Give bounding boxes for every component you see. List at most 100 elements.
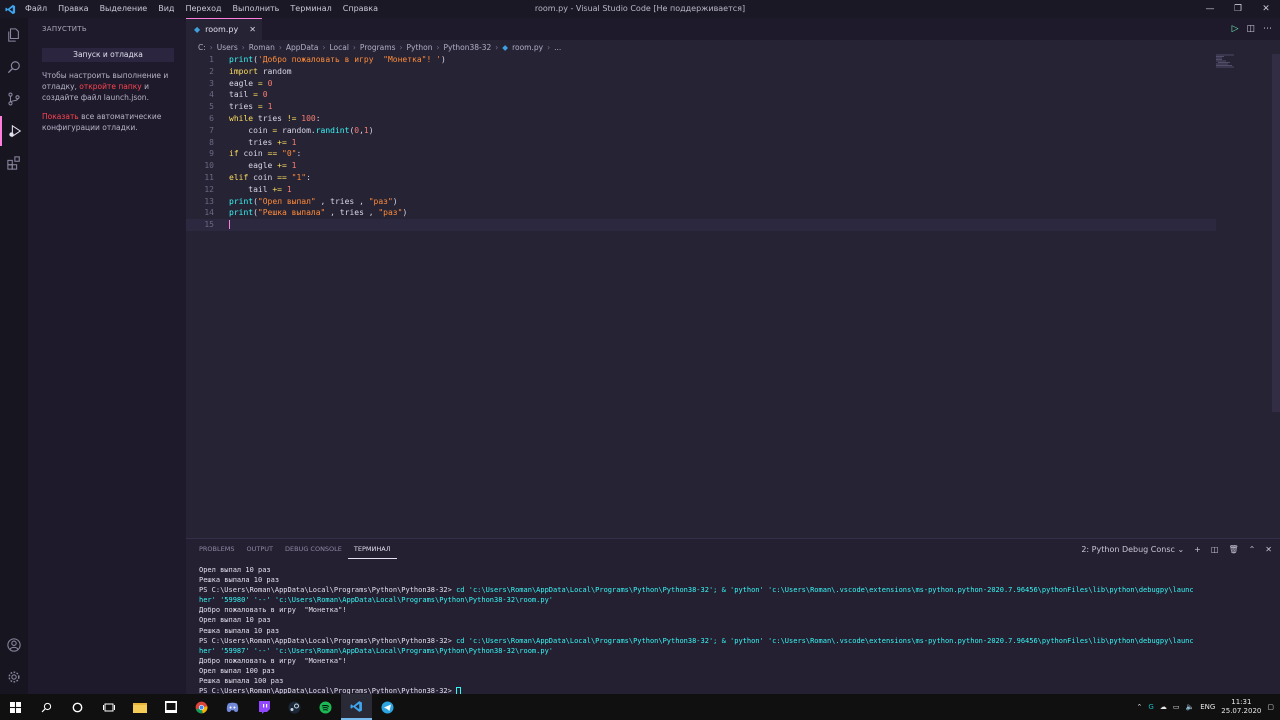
run-and-debug-button[interactable]: Запуск и отладка	[42, 48, 174, 62]
taskbar-steam[interactable]	[279, 694, 310, 720]
maximize-panel-icon[interactable]: ⌃	[1249, 545, 1256, 554]
terminal-line: Орел выпал 10 раз	[199, 566, 271, 574]
taskbar-explorer[interactable]	[124, 694, 155, 720]
discord-icon	[226, 702, 239, 712]
folder-icon	[132, 702, 147, 713]
terminal-command: cd 'c:\Users\Roman\AppData\Local\Program…	[451, 636, 1194, 645]
breadcrumb-item[interactable]: Users	[217, 43, 238, 52]
breadcrumb-item[interactable]: ...	[554, 43, 561, 52]
taskbar-discord[interactable]	[217, 694, 248, 720]
run-file-icon[interactable]: ▷	[1232, 24, 1239, 34]
taskbar-telegram[interactable]	[372, 694, 403, 720]
menu-help[interactable]: Справка	[338, 0, 384, 18]
code-text: elif coin == "1":	[229, 172, 311, 182]
notifications-icon[interactable]: ▢	[1267, 703, 1274, 711]
menu-view[interactable]: Вид	[153, 0, 180, 18]
breadcrumb-separator: ›	[352, 42, 356, 52]
terminal-line: Добро пожаловать в игру "Монетка"!	[199, 656, 347, 665]
source-control-icon	[8, 92, 20, 106]
breadcrumb-item[interactable]: C:	[198, 43, 206, 52]
task-view-button[interactable]	[93, 694, 124, 720]
tab-terminal[interactable]: ТЕРМИНАЛ	[347, 539, 397, 559]
terminal-output[interactable]: Орел выпал 10 раз Решка выпала 10 раз PS…	[199, 565, 1274, 696]
network-icon[interactable]: ▭	[1173, 703, 1180, 711]
language-indicator[interactable]: ENG	[1200, 703, 1215, 711]
terminal-line: Решка выпала 10 раз	[199, 576, 280, 585]
code-text: coin = random.randint(0,1)	[229, 125, 374, 135]
split-editor-icon[interactable]: ◫	[1246, 24, 1255, 34]
line-number: 9	[209, 149, 214, 159]
editor-tabs: ◆ room.py ✕ ▷ ◫ ⋯	[186, 18, 1280, 40]
clock[interactable]: 11:31 25.07.2020	[1221, 698, 1261, 716]
vscode-logo-icon	[0, 0, 20, 18]
system-tray: ⌃ G ☁ ▭ 🔈 ENG 11:31 25.07.2020 ▢	[1137, 694, 1274, 720]
manage-button[interactable]	[0, 662, 28, 692]
taskbar-twitch[interactable]	[248, 694, 279, 720]
code-editor[interactable]: 1 print('Добро пожаловать в игру "Монетка…	[186, 54, 1216, 231]
code-line: 4 tail = 0	[186, 89, 1216, 101]
search-icon	[41, 702, 52, 712]
open-folder-link[interactable]: откройте папку	[79, 82, 141, 91]
taskbar-spotify[interactable]	[310, 694, 341, 720]
terminal-select-value: 2: Python Debug Consc	[1081, 544, 1175, 554]
code-line: 8 tries += 1	[186, 137, 1216, 149]
accounts-button[interactable]	[0, 630, 28, 660]
breadcrumb-separator: ›	[399, 42, 403, 52]
start-button[interactable]	[0, 694, 31, 720]
tray-icon[interactable]: ☁	[1160, 703, 1167, 711]
breadcrumb-item[interactable]: room.py	[512, 43, 543, 52]
breadcrumb-item[interactable]: Python	[406, 43, 432, 52]
tab-close-icon[interactable]: ✕	[249, 25, 256, 34]
tray-app-icon[interactable]: G	[1148, 703, 1153, 711]
editor-scrollbar[interactable]	[1272, 54, 1280, 412]
menu-edit[interactable]: Правка	[53, 0, 94, 18]
breadcrumb-item[interactable]: Python38-32	[443, 43, 491, 52]
code-text: tries += 1	[229, 137, 297, 147]
trash-icon[interactable]: 🗑	[1228, 545, 1238, 554]
run-debug-button[interactable]	[0, 116, 28, 146]
chevron-up-icon[interactable]: ⌃	[1137, 703, 1143, 711]
explorer-button[interactable]	[0, 20, 28, 50]
line-number: 4	[209, 90, 214, 100]
new-terminal-icon[interactable]: +	[1194, 545, 1201, 554]
menu-go[interactable]: Переход	[180, 0, 227, 18]
sidebar-hint-2: Показать все автоматические конфигурации…	[28, 111, 186, 133]
tab-output[interactable]: OUTPUT	[240, 539, 279, 559]
code-line: 6 while tries != 100:	[186, 113, 1216, 125]
taskbar-search-button[interactable]	[31, 694, 62, 720]
breadcrumb-separator: ›	[209, 42, 213, 52]
menu-run[interactable]: Выполнить	[228, 0, 286, 18]
restore-button[interactable]: ❐	[1224, 0, 1252, 18]
close-panel-icon[interactable]: ✕	[1265, 545, 1272, 554]
code-text: while tries != 100:	[229, 113, 321, 123]
volume-icon[interactable]: 🔈	[1185, 703, 1194, 711]
cortana-button[interactable]	[62, 694, 93, 720]
tab-debug-console[interactable]: DEBUG CONSOLE	[279, 539, 348, 559]
taskbar-vscode[interactable]	[341, 694, 372, 720]
terminal-select[interactable]: 2: Python Debug Consc ⌄	[1081, 545, 1184, 554]
terminal-command: cd 'c:\Users\Roman\AppData\Local\Program…	[451, 586, 1194, 595]
tab-problems[interactable]: PROBLEMS	[186, 539, 240, 559]
minimize-button[interactable]: —	[1196, 0, 1224, 18]
show-configurations-link[interactable]: Показать	[42, 112, 79, 121]
breadcrumb-item[interactable]: Local	[329, 43, 348, 52]
menu-selection[interactable]: Выделение	[95, 0, 154, 18]
breadcrumb: C: › Users › Roman › AppData › Local › Progra…	[198, 41, 561, 53]
split-terminal-icon[interactable]: ◫	[1211, 545, 1219, 554]
code-line: 3 eagle = 0	[186, 78, 1216, 90]
breadcrumb-item[interactable]: Roman	[249, 43, 275, 52]
menu-file[interactable]: Файл	[20, 0, 53, 18]
extensions-button[interactable]	[0, 148, 28, 178]
menu-terminal[interactable]: Терминал	[285, 0, 337, 18]
more-actions-icon[interactable]: ⋯	[1263, 24, 1272, 34]
cortana-icon	[72, 702, 83, 712]
close-window-button[interactable]: ✕	[1252, 0, 1280, 18]
taskbar-chrome[interactable]	[186, 694, 217, 720]
source-control-button[interactable]	[0, 84, 28, 114]
search-button[interactable]	[0, 52, 28, 82]
breadcrumb-item[interactable]: AppData	[286, 43, 319, 52]
taskbar-app[interactable]	[155, 694, 186, 720]
tab-room-py[interactable]: ◆ room.py ✕	[186, 18, 262, 40]
breadcrumb-item[interactable]: Programs	[360, 43, 396, 52]
minimap[interactable]	[1216, 54, 1246, 68]
